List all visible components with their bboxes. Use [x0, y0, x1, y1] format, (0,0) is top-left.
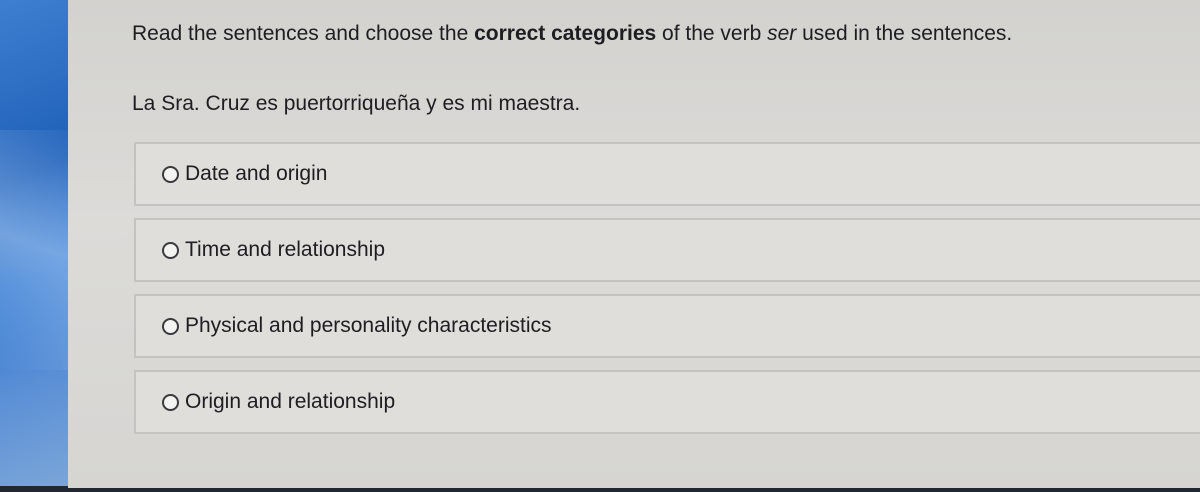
answer-option-origin-and-relationship[interactable]: Origin and relationship: [134, 370, 1200, 434]
question-instructions: Read the sentences and choose the correc…: [132, 22, 1012, 46]
radio-button-icon[interactable]: [162, 241, 179, 259]
answer-option-label: Time and relationship: [185, 238, 385, 261]
answer-option-label: Date and origin: [185, 162, 328, 185]
answer-option-date-and-origin[interactable]: Date and origin: [134, 142, 1200, 206]
answer-option-label: Physical and personality characteristics: [185, 314, 552, 337]
question-panel: Read the sentences and choose the correc…: [68, 0, 1200, 488]
question-sentence: La Sra. Cruz es puertorriqueña y es mi m…: [132, 92, 581, 115]
radio-button-icon[interactable]: [162, 317, 179, 335]
instruction-text-end: used in the sentences.: [796, 22, 1013, 45]
answer-options: Date and origin Time and relationship Ph…: [134, 142, 1200, 446]
answer-option-label: Origin and relationship: [185, 390, 396, 413]
radio-button-icon[interactable]: [162, 393, 179, 411]
radio-button-icon[interactable]: [162, 165, 179, 183]
instruction-text-emphasis: correct categories: [474, 22, 657, 45]
instruction-text-middle: of the verb: [656, 22, 768, 45]
answer-option-time-and-relationship[interactable]: Time and relationship: [134, 218, 1200, 282]
instruction-verb: ser: [767, 22, 797, 45]
instruction-text-start: Read the sentences and choose the: [132, 22, 475, 45]
answer-option-physical-and-personality[interactable]: Physical and personality characteristics: [134, 294, 1200, 358]
